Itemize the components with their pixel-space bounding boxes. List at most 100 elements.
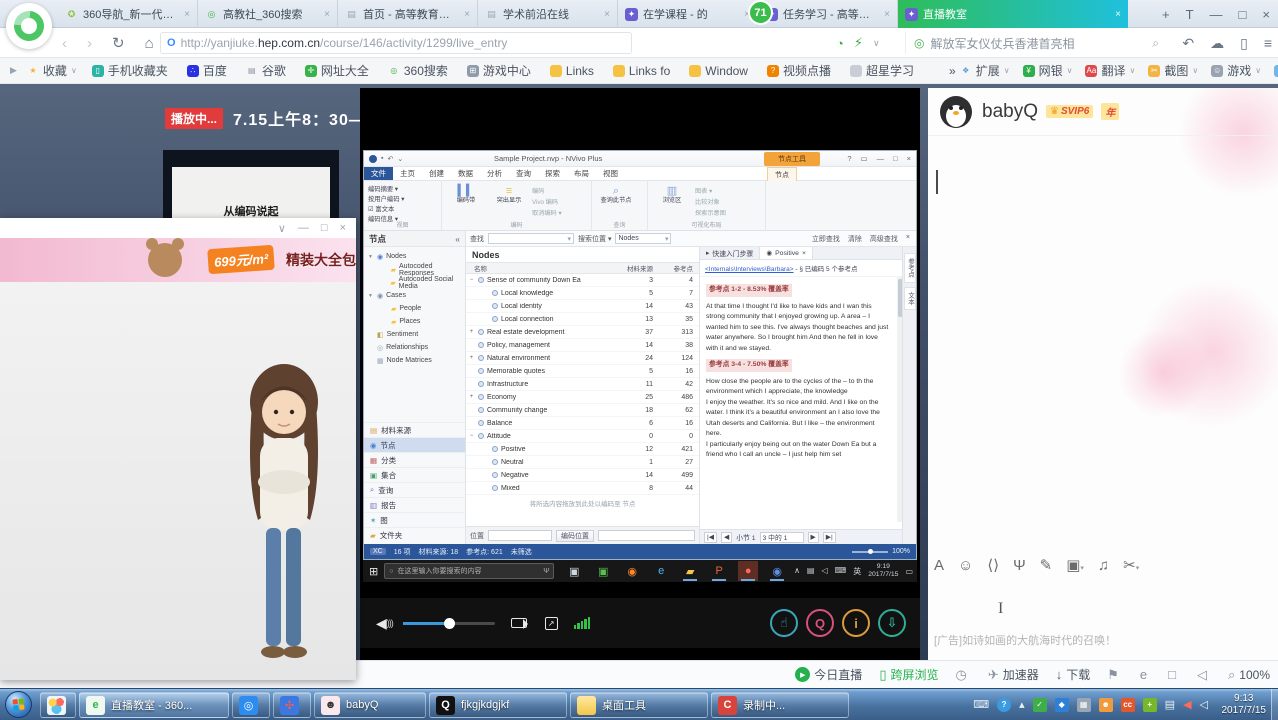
pager-position[interactable]: 3 中的 1: [759, 531, 804, 543]
taskbar-360-manager[interactable]: [40, 692, 76, 718]
recorder-icon[interactable]: ●: [738, 561, 759, 581]
bookmark-overflow[interactable]: »: [933, 64, 960, 78]
quick-access-icon[interactable]: ⌄: [397, 155, 403, 163]
tab-close-icon[interactable]: ×: [1115, 9, 1121, 20]
nvivo-nav-maps[interactable]: ✶ 图: [364, 512, 465, 527]
nvivo-node-row[interactable]: Mixed 8 44: [466, 482, 699, 495]
code-location-select[interactable]: [488, 530, 552, 541]
status-sound[interactable]: ◁: [1197, 667, 1211, 683]
tray-green-plus-icon[interactable]: +: [1142, 698, 1157, 712]
status-accelerator[interactable]: ✈ 加速器: [988, 666, 1039, 683]
volume-icon[interactable]: ◀))): [376, 615, 394, 632]
bookmark-links-fo[interactable]: Links fo: [612, 64, 674, 78]
nvivo-ribbon-tab[interactable]: 布局: [567, 167, 596, 180]
ribbon-button[interactable]: 探索示意图: [695, 208, 726, 217]
nvivo-node-row[interactable]: Local knowledge 5 7: [466, 287, 699, 300]
emoji-icon[interactable]: ☺: [958, 557, 973, 574]
win10-tray-icon[interactable]: ∧: [794, 566, 800, 577]
bookmark-favorites[interactable]: ★ 收藏 ∨: [27, 62, 76, 79]
tool-screenshot[interactable]: ✂ 截图 ∨: [1148, 62, 1198, 79]
refresh-icon[interactable]: ↻: [112, 34, 125, 52]
ribbon-button[interactable]: 按用户编码 ▾: [368, 193, 437, 203]
find-close-icon[interactable]: ×: [906, 234, 910, 244]
skin-icon[interactable]: T: [1186, 7, 1194, 22]
window-close-button[interactable]: ×: [1262, 7, 1270, 22]
nvivo-nav-folders[interactable]: ▰ 文件夹: [364, 527, 465, 542]
nvivo-ribbon-tab[interactable]: 创建: [422, 167, 451, 180]
nvivo-node-row[interactable]: Balance 6 16: [466, 417, 699, 430]
nvivo-node-row[interactable]: Memorable quotes 5 16: [466, 365, 699, 378]
nvivo-node-row[interactable]: Local connection 13 35: [466, 313, 699, 326]
nvivo-window-control[interactable]: —: [877, 154, 885, 163]
quick-access-icon[interactable]: ▪: [381, 155, 383, 163]
tray-expand-icon[interactable]: ▴: [1019, 699, 1025, 711]
tool-translate[interactable]: Aa 翻译 ∨: [1085, 62, 1135, 79]
nvivo-tree-item[interactable]: ▼ ◉ Cases: [364, 289, 465, 302]
tray-help-icon[interactable]: ?: [997, 698, 1012, 712]
font-icon[interactable]: A: [934, 557, 944, 574]
powerpoint-icon[interactable]: P: [709, 561, 729, 581]
status-zoom[interactable]: ⌕ 100%: [1228, 667, 1270, 683]
pager-prev[interactable]: ◀: [721, 531, 733, 543]
back-icon[interactable]: ‹: [62, 35, 67, 52]
start-button[interactable]: [5, 691, 32, 718]
ad-body[interactable]: [0, 282, 356, 680]
taskview-icon[interactable]: ▣: [564, 561, 584, 581]
nvivo-window-control[interactable]: □: [893, 154, 898, 163]
tray-package-icon[interactable]: ▦: [1076, 698, 1091, 712]
win10-start-icon[interactable]: ⊞: [369, 565, 378, 578]
tab-live-classroom[interactable]: ✦ 直播教室 ×: [898, 0, 1128, 28]
nvivo-ribbon-tab[interactable]: 探索: [538, 167, 567, 180]
nvivo-window-control[interactable]: ?: [847, 154, 851, 163]
nvivo-nav-classifications[interactable]: ▦ 分类: [364, 452, 465, 467]
win10-tray-icon[interactable]: ⌨: [835, 566, 847, 577]
download-button[interactable]: ⇩: [878, 609, 906, 637]
nvivo-ribbon-tab-node[interactable]: 节点: [767, 167, 797, 181]
win10-tray-icon[interactable]: 英: [853, 566, 861, 577]
window-minimize-button[interactable]: —: [1210, 7, 1223, 22]
status-flag[interactable]: ⚑: [1107, 667, 1123, 683]
speed-test-icon[interactable]: ◔: [836, 36, 844, 51]
nvivo-ribbon-tab[interactable]: 主页: [393, 167, 422, 180]
bookmark-chaoxing[interactable]: 超星学习: [849, 62, 918, 79]
ribbon-button[interactable]: 比较对象: [695, 197, 726, 206]
doodle-icon[interactable]: ✎: [1040, 556, 1053, 574]
nvivo-window-control[interactable]: ×: [907, 154, 911, 163]
nvivo-node-row[interactable]: Positive 12 421: [466, 443, 699, 456]
tray-red-icon[interactable]: ◀: [1183, 699, 1191, 711]
raise-hand-button[interactable]: ☝: [770, 609, 798, 637]
ribbon-button[interactable]: 编码摘要 ▾: [368, 183, 437, 193]
shake-window-icon[interactable]: ⟨⟩: [987, 556, 999, 574]
tab-close-icon[interactable]: ×: [184, 9, 190, 20]
find-now-button[interactable]: 立即查找: [812, 234, 840, 244]
nvivo-node-row[interactable]: Infrastructure 11 42: [466, 378, 699, 391]
tab-360-search[interactable]: ◎ 高教社_360搜索 ×: [198, 0, 338, 28]
ad-minimize-icon[interactable]: —: [298, 222, 309, 234]
nvivo-ribbon-tab[interactable]: 分析: [480, 167, 509, 180]
bolt-icon[interactable]: ⚡: [854, 35, 863, 51]
nvivo-tree-item[interactable]: ▦ Node Matrices: [364, 354, 465, 367]
taskbar-baidu-netdisk[interactable]: ◎: [232, 692, 270, 718]
volume-slider[interactable]: [402, 617, 495, 629]
taskbar-desktop-tools[interactable]: 桌面工具: [570, 692, 708, 718]
taskbar-pinwheel[interactable]: ✣: [273, 692, 311, 718]
status-speed-dial[interactable]: ◷: [955, 667, 970, 683]
music-icon[interactable]: ♫: [1098, 557, 1109, 574]
nvivo-tree-item[interactable]: ▰ Autocoded Social Media: [364, 276, 465, 290]
tab-close-icon[interactable]: ×: [464, 9, 470, 20]
bookmark-video[interactable]: ? 视频点播: [766, 62, 835, 79]
source-link[interactable]: <Internals\Interviews\Barbara>: [705, 266, 794, 273]
search-box[interactable]: ◎ 解放军女仪仗兵香港首亮相 ⌕: [905, 32, 1167, 54]
taskbar-live-classroom[interactable]: e 直播教室 - 360...: [79, 692, 229, 718]
explorer-icon[interactable]: ▰: [680, 561, 700, 581]
search-in-label[interactable]: 搜索位置 ▾: [578, 234, 611, 244]
window-maximize-button[interactable]: □: [1239, 7, 1247, 22]
nvivo-node-row[interactable]: − Sense of community Down Ea 3 4: [466, 274, 699, 287]
detail-tab-quickstart[interactable]: ▸ 快速入门步骤: [700, 247, 759, 259]
ribbon-button[interactable]: 图表 ▾: [695, 186, 726, 195]
win10-search-box[interactable]: ○ 在这里输入你要搜索的内容 Ψ: [384, 563, 555, 579]
bookmark-phone-favorites[interactable]: ▯ 手机收藏夹: [91, 62, 172, 79]
nvivo-node-row[interactable]: + Natural environment 24 124: [466, 352, 699, 365]
tray-user-icon[interactable]: ☻: [1098, 698, 1113, 712]
ad-banner[interactable]: 699元/m² 精装大全包: [0, 238, 356, 282]
